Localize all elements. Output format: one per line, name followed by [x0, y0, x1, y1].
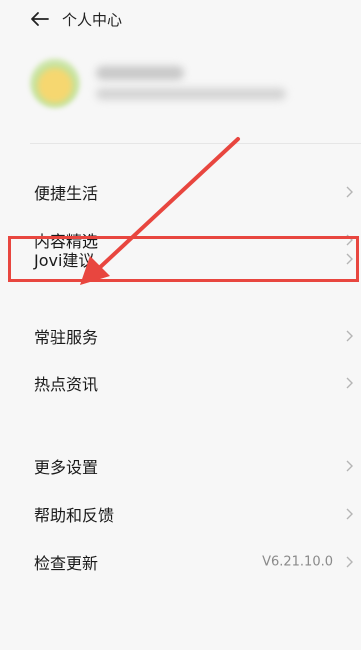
menu-item-jovi-suggestions[interactable]: Jovi建议 — [0, 236, 361, 282]
menu-item-more-settings[interactable]: 更多设置 — [0, 443, 361, 489]
chevron-right-icon — [346, 556, 353, 568]
profile-subtitle-redacted — [96, 88, 286, 100]
chevron-right-icon — [346, 377, 353, 389]
profile-card[interactable] — [30, 58, 330, 114]
menu-item-hot-news[interactable]: 热点资讯 — [0, 360, 361, 406]
menu-item-label: 常驻服务 — [34, 328, 99, 347]
divider — [30, 143, 361, 144]
profile-name-redacted — [96, 66, 184, 80]
avatar — [30, 58, 80, 108]
personal-center-page: 个人中心 便捷生活 内容精选 Jovi建议 常驻服务 热点资讯 更多设置 帮助和… — [0, 0, 361, 650]
menu-item-label: 热点资讯 — [34, 375, 99, 394]
menu-item-resident-services[interactable]: 常驻服务 — [0, 313, 361, 359]
chevron-right-icon — [346, 508, 353, 520]
page-title: 个人中心 — [62, 11, 123, 29]
menu-item-help-feedback[interactable]: 帮助和反馈 — [0, 491, 361, 537]
menu-item-label: 更多设置 — [34, 458, 99, 477]
arrow-left-icon — [31, 12, 49, 26]
menu-item-label: Jovi建议 — [34, 251, 95, 270]
menu-item-label: 便捷生活 — [34, 184, 99, 203]
chevron-right-icon — [346, 330, 353, 342]
header: 个人中心 — [0, 0, 361, 40]
back-button[interactable] — [28, 8, 52, 30]
chevron-right-icon — [346, 460, 353, 472]
menu-item-check-update[interactable]: 检查更新 V6.21.10.0 — [0, 539, 361, 585]
menu-item-convenient-life[interactable]: 便捷生活 — [0, 169, 361, 215]
menu-item-label: 帮助和反馈 — [34, 506, 115, 525]
version-text: V6.21.10.0 — [262, 554, 333, 570]
chevron-right-icon — [346, 253, 353, 265]
menu-item-label: 检查更新 — [34, 554, 99, 573]
chevron-right-icon — [346, 186, 353, 198]
